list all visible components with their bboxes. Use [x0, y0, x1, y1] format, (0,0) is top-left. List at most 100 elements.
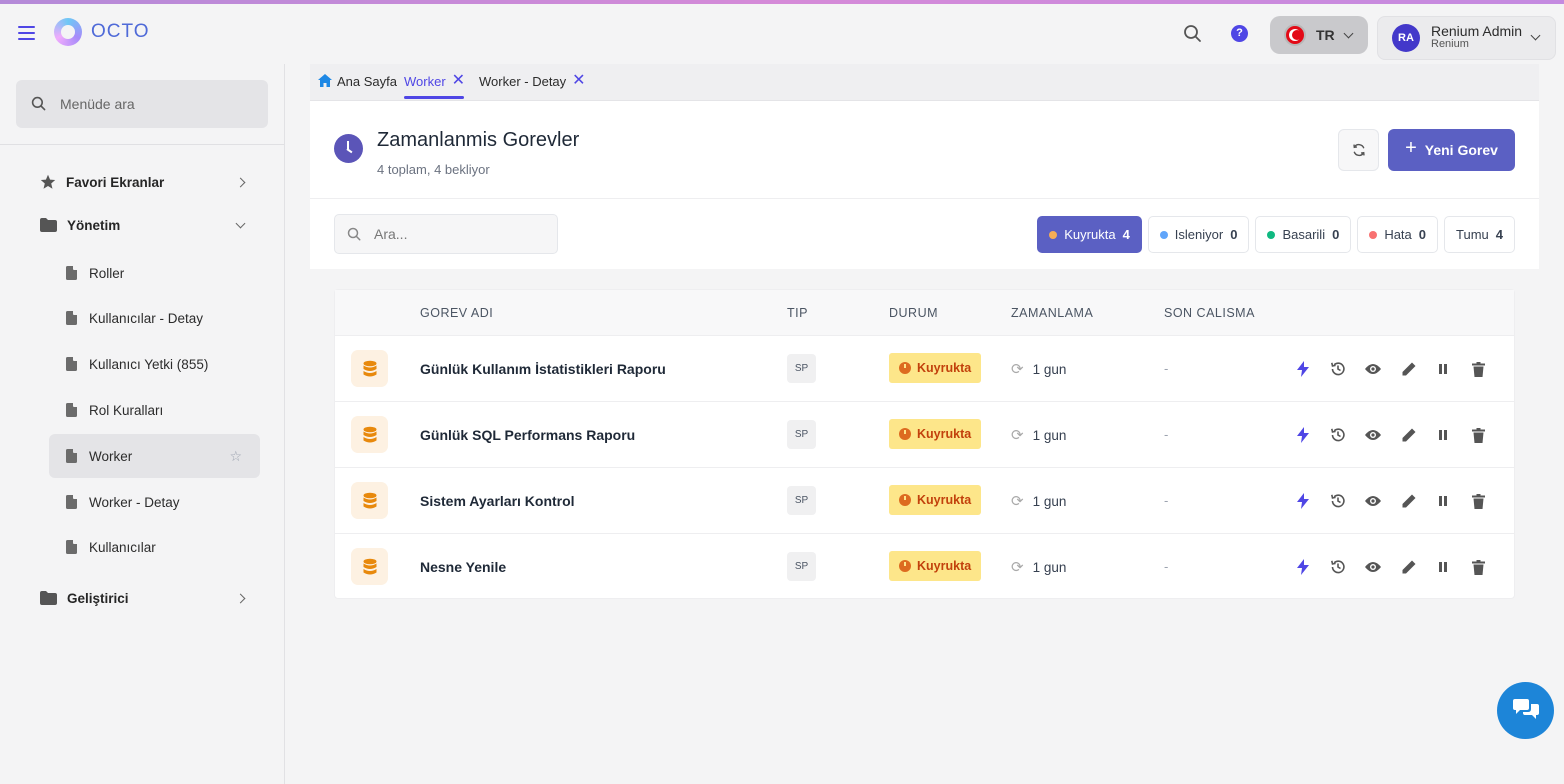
chevron-down-icon [235, 218, 246, 228]
history-icon[interactable] [1328, 425, 1348, 445]
sidebar-item-worker[interactable]: Worker ☆ [49, 434, 260, 478]
task-search[interactable] [334, 214, 558, 254]
column-header-name[interactable]: GOREV ADI [420, 306, 493, 320]
table-row[interactable]: Günlük Kullanım İstatistikleri Raporu SP… [335, 336, 1514, 402]
sidebar-item-user-permissions[interactable]: Kullanıcı Yetki (855) [49, 342, 260, 386]
filter-count: 0 [1332, 227, 1340, 242]
sidebar-item-users[interactable]: Kullanıcılar [49, 525, 260, 569]
view-icon[interactable] [1363, 491, 1383, 511]
filter-error[interactable]: Hata 0 [1357, 216, 1439, 253]
run-now-icon[interactable] [1293, 425, 1313, 445]
clock-icon [899, 362, 911, 374]
status-dot [1159, 230, 1168, 239]
sidebar-group-label: Yönetim [67, 217, 121, 233]
last-run-value: - [1164, 361, 1169, 376]
language-selector[interactable]: TR [1270, 16, 1368, 54]
close-icon[interactable]: ✕ [572, 73, 585, 89]
column-header-last-run[interactable]: SON CALISMA [1164, 306, 1255, 320]
sidebar-item-label: Worker - Detay [89, 494, 180, 510]
pause-icon[interactable] [1433, 425, 1453, 445]
turkey-flag-icon [1284, 24, 1306, 46]
view-icon[interactable] [1363, 425, 1383, 445]
status-badge: Kuyrukta [889, 485, 982, 515]
table-row[interactable]: Nesne Yenile SP Kuyrukta ⟳ 1 gun - [335, 534, 1514, 600]
edit-icon[interactable] [1398, 557, 1418, 577]
favorite-star-icon[interactable]: ☆ [229, 448, 242, 465]
database-icon [351, 416, 388, 453]
status-dot [1049, 230, 1058, 239]
edit-icon[interactable] [1398, 491, 1418, 511]
clock-icon [334, 134, 363, 163]
tab-home[interactable]: Ana Sayfa [318, 74, 397, 100]
delete-icon[interactable] [1468, 359, 1488, 379]
sidebar-group-management[interactable]: Yönetim [40, 213, 250, 237]
column-header-schedule[interactable]: ZAMANLAMA [1011, 306, 1093, 320]
schedule-value: 1 gun [1032, 559, 1067, 575]
row-actions [1293, 557, 1488, 577]
run-now-icon[interactable] [1293, 557, 1313, 577]
tab-label: Worker [404, 74, 446, 89]
status-label: Kuyrukta [917, 559, 972, 573]
user-menu[interactable]: RA Renium Admin Renium [1377, 16, 1556, 60]
table-row[interactable]: Günlük SQL Performans Raporu SP Kuyrukta… [335, 402, 1514, 468]
sidebar-item-role-rules[interactable]: Rol Kuralları [49, 388, 260, 432]
filter-all[interactable]: Tumu 4 [1444, 216, 1515, 253]
edit-icon[interactable] [1398, 359, 1418, 379]
delete-icon[interactable] [1468, 425, 1488, 445]
chat-button[interactable] [1497, 682, 1554, 739]
tasks-table: GOREV ADI TIP DURUM ZAMANLAMA SON CALISM… [334, 289, 1515, 599]
task-name: Günlük SQL Performans Raporu [420, 427, 636, 443]
sidebar-group-favorites[interactable]: Favori Ekranlar [40, 170, 250, 194]
sidebar-group-developer[interactable]: Geliştirici [40, 586, 250, 610]
delete-icon[interactable] [1468, 491, 1488, 511]
task-search-input[interactable] [374, 226, 544, 242]
app-logo[interactable]: OCTO [54, 18, 150, 46]
delete-icon[interactable] [1468, 557, 1488, 577]
search-icon[interactable] [1183, 24, 1203, 44]
history-icon[interactable] [1328, 359, 1348, 379]
last-run-value: - [1164, 559, 1169, 574]
status-dot [1267, 230, 1276, 239]
database-icon [351, 482, 388, 519]
tab-label: Ana Sayfa [337, 74, 397, 89]
pause-icon[interactable] [1433, 359, 1453, 379]
sidebar-item-users-detail[interactable]: Kullanıcılar - Detay [49, 296, 260, 340]
sidebar-item-roles[interactable]: Roller [49, 251, 260, 295]
refresh-button[interactable] [1338, 129, 1379, 171]
filter-label: Isleniyor [1174, 227, 1224, 242]
menu-toggle-icon[interactable] [18, 26, 35, 40]
view-icon[interactable] [1363, 359, 1383, 379]
menu-search-input[interactable]: Menüde ara [16, 80, 268, 128]
pause-icon[interactable] [1433, 491, 1453, 511]
column-header-type[interactable]: TIP [787, 306, 808, 320]
document-icon [66, 357, 77, 371]
filter-processing[interactable]: Isleniyor 0 [1147, 216, 1250, 253]
column-header-status[interactable]: DURUM [889, 306, 938, 320]
sidebar-item-label: Rol Kuralları [89, 402, 164, 418]
database-icon [351, 350, 388, 387]
edit-icon[interactable] [1398, 425, 1418, 445]
view-icon[interactable] [1363, 557, 1383, 577]
close-icon[interactable]: ✕ [452, 73, 465, 89]
table-row[interactable]: Sistem Ayarları Kontrol SP Kuyrukta ⟳ 1 g… [335, 468, 1514, 534]
run-now-icon[interactable] [1293, 491, 1313, 511]
filter-success[interactable]: Basarili 0 [1255, 216, 1352, 253]
history-icon[interactable] [1328, 491, 1348, 511]
status-dot [1369, 230, 1378, 239]
new-task-button[interactable]: + Yeni Gorev [1388, 129, 1515, 171]
sidebar-item-worker-detail[interactable]: Worker - Detay [49, 480, 260, 524]
sidebar-item-label: Kullanıcılar - Detay [89, 310, 204, 326]
run-now-icon[interactable] [1293, 359, 1313, 379]
tab-worker-detail[interactable]: Worker - Detay ✕ [479, 73, 586, 100]
help-icon[interactable]: ? [1231, 25, 1248, 42]
document-icon [66, 403, 77, 417]
filter-queued[interactable]: Kuyrukta 4 [1037, 216, 1142, 253]
filter-label: Hata [1384, 227, 1412, 242]
document-icon [66, 266, 77, 280]
page-header: Zamanlanmis Gorevler 4 toplam, 4 bekliyo… [310, 101, 1539, 269]
top-bar: OCTO ? TR RA Renium Admin Renium [0, 4, 1564, 64]
pause-icon[interactable] [1433, 557, 1453, 577]
sidebar-group-label: Geliştirici [67, 590, 129, 606]
row-actions [1293, 359, 1488, 379]
history-icon[interactable] [1328, 557, 1348, 577]
